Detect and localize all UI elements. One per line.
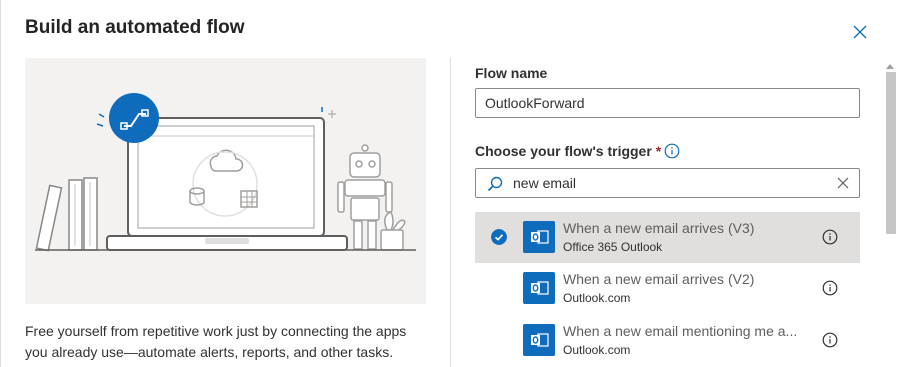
dialog-title: Build an automated flow xyxy=(25,17,245,38)
build-flow-dialog: Build an automated flow Free yourself fr… xyxy=(0,0,901,367)
trigger-name: When a new email arrives (V3) xyxy=(563,220,755,236)
close-icon[interactable] xyxy=(850,22,870,42)
books-graphic xyxy=(35,177,98,252)
search-value: new email xyxy=(513,175,577,191)
info-icon[interactable] xyxy=(664,143,680,159)
trigger-connector: Outlook.com xyxy=(563,291,631,305)
trigger-connector: Outlook.com xyxy=(563,343,631,357)
trigger-connector: Office 365 Outlook xyxy=(563,240,663,254)
info-icon[interactable] xyxy=(822,229,838,245)
outlook-icon xyxy=(523,221,555,253)
clear-icon[interactable] xyxy=(836,176,850,190)
trigger-item[interactable]: When a new email mentioning me a... Outl… xyxy=(475,315,860,366)
flow-name-label: Flow name xyxy=(475,65,548,81)
trigger-label-row: Choose your flow's trigger * xyxy=(475,143,661,159)
dialog-description: Free yourself from repetitive work just … xyxy=(25,323,407,360)
panel-divider xyxy=(450,58,451,367)
required-mark: * xyxy=(655,143,662,159)
flow-name-value: OutlookForward xyxy=(485,95,585,111)
trigger-name: When a new email arrives (V2) xyxy=(563,271,755,287)
trigger-label: Choose your flow's trigger xyxy=(475,143,652,159)
scrollbar[interactable] xyxy=(882,58,900,367)
search-icon xyxy=(487,176,503,192)
trigger-item[interactable]: When a new email arrives (V2) Outlook.co… xyxy=(475,263,860,314)
scroll-up-arrow-icon[interactable] xyxy=(886,64,894,69)
scrollbar-thumb[interactable] xyxy=(886,72,896,234)
trigger-search-input[interactable]: new email xyxy=(475,168,860,198)
laptop-illustration xyxy=(35,93,416,252)
check-circle-icon xyxy=(491,229,507,245)
flow-name-input[interactable]: OutlookForward xyxy=(475,88,860,118)
plant-graphic xyxy=(380,211,406,251)
info-icon[interactable] xyxy=(822,332,838,348)
outlook-icon xyxy=(523,272,555,304)
illustration xyxy=(25,58,426,304)
trigger-item[interactable]: When a new email arrives (V3) Office 365… xyxy=(475,212,860,263)
flow-badge-graphic xyxy=(96,93,159,143)
outlook-icon xyxy=(523,324,555,356)
info-icon[interactable] xyxy=(822,280,838,296)
trigger-name: When a new email mentioning me a... xyxy=(563,323,798,339)
